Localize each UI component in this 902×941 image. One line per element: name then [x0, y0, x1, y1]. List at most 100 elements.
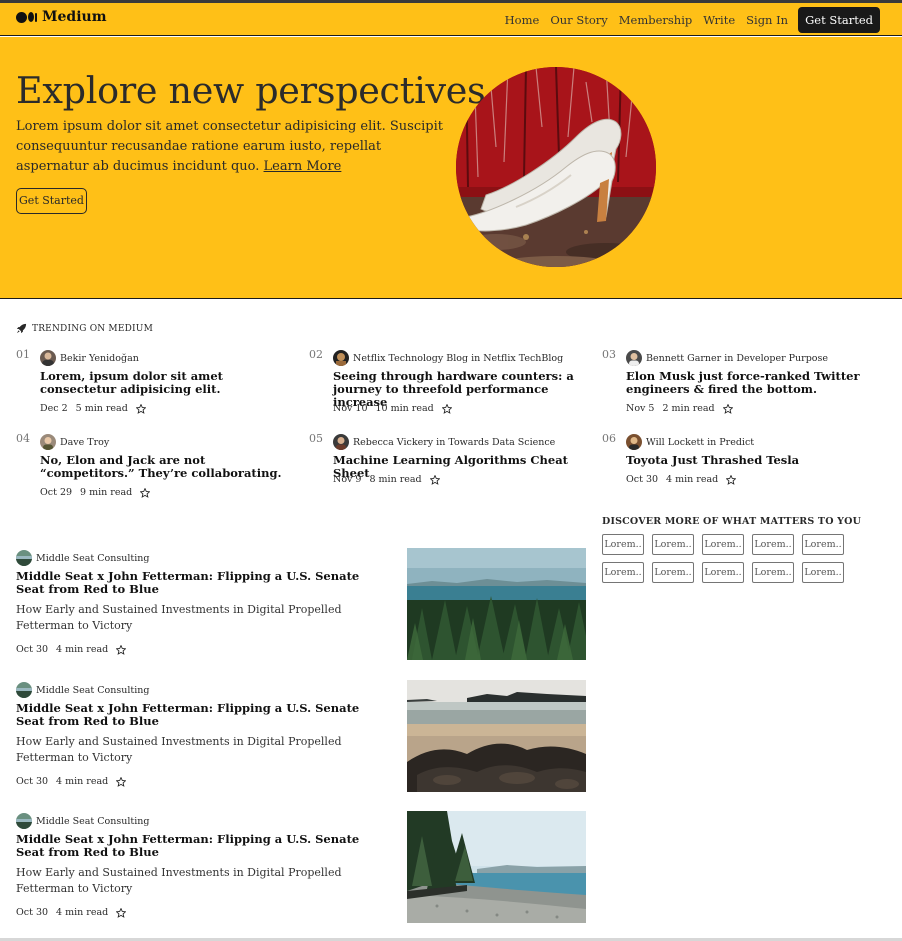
trending-meta: Nov 5 2 min read: [626, 403, 733, 414]
topic-tags: Lorem.. Lorem.. Lorem.. Lorem.. Lorem.. …: [602, 534, 862, 583]
post-subtitle: How Early and Sustained Investments in D…: [16, 735, 342, 764]
avatar: [16, 682, 32, 698]
topic-tag[interactable]: Lorem..: [652, 534, 694, 555]
post-meta: Oct 30 4 min read: [16, 776, 127, 787]
post-date: Oct 30: [16, 644, 49, 655]
trending-item[interactable]: 01 Bekir Yenidoğan Lorem, ipsum dolor si…: [16, 348, 276, 418]
discover-heading: DISCOVER MORE OF WHAT MATTERS TO YOU: [602, 516, 862, 527]
post-card[interactable]: Middle Seat Consulting Middle Seat x Joh…: [16, 548, 586, 660]
nav-write-link[interactable]: Write: [703, 13, 735, 27]
medium-logo-icon: [16, 11, 37, 23]
post-author[interactable]: Middle Seat Consulting: [16, 813, 149, 829]
post-author-name: Middle Seat Consulting: [36, 552, 150, 564]
hero-description: Lorem ipsum dolor sit amet consectetur a…: [16, 119, 443, 174]
topic-tag[interactable]: Lorem..: [602, 534, 644, 555]
trending-meta: Nov 9 8 min read: [333, 474, 440, 485]
post-title[interactable]: Middle Seat x John Fetterman: Flipping a…: [16, 570, 386, 596]
trending-author[interactable]: Rebecca Vickery in Towards Data Science: [333, 434, 555, 450]
star-icon[interactable]: [116, 907, 127, 918]
read-time: 4 min read: [56, 907, 109, 918]
post-meta: Oct 30 4 min read: [16, 907, 127, 918]
trending-meta: Dec 2 5 min read: [40, 403, 146, 414]
topic-tag[interactable]: Lorem..: [652, 562, 694, 583]
trending-item[interactable]: 02 Netflix Technology Blog in Netflix Te…: [309, 348, 574, 418]
nav-membership-link[interactable]: Membership: [619, 13, 693, 27]
star-icon[interactable]: [441, 403, 452, 414]
post-date: Nov 5: [626, 403, 655, 414]
read-time: 4 min read: [56, 644, 109, 655]
trending-author-name: Bekir Yenidoğan: [60, 352, 139, 364]
trending-author[interactable]: Netflix Technology Blog in Netflix TechB…: [333, 350, 563, 366]
post-date: Nov 9: [333, 474, 362, 485]
trending-author[interactable]: Bekir Yenidoğan: [40, 350, 139, 366]
star-icon[interactable]: [722, 403, 733, 414]
post-date: Nov 10: [333, 403, 368, 414]
trending-author[interactable]: Will Lockett in Predict: [626, 434, 754, 450]
trending-item[interactable]: 05 Rebecca Vickery in Towards Data Scien…: [309, 432, 569, 492]
trending-author-name: Dave Troy: [60, 436, 110, 448]
trending-author[interactable]: Bennett Garner in Developer Purpose: [626, 350, 828, 366]
trending-title[interactable]: Toyota Just Thrashed Tesla: [626, 454, 876, 467]
trending-title[interactable]: Elon Musk just force-ranked Twitter engi…: [626, 370, 876, 396]
post-date: Dec 2: [40, 403, 68, 414]
nav-our-story-link[interactable]: Our Story: [550, 13, 607, 27]
post-date: Oct 30: [626, 474, 659, 485]
topic-tag[interactable]: Lorem..: [802, 534, 844, 555]
brand-name: Medium: [42, 9, 107, 25]
brand-logo[interactable]: Medium: [16, 9, 107, 25]
post-image-coast-trees[interactable]: [407, 811, 586, 923]
trending-item[interactable]: 04 Dave Troy No, Elon and Jack are not “…: [16, 432, 282, 502]
star-icon[interactable]: [135, 403, 146, 414]
star-icon[interactable]: [726, 474, 737, 485]
read-time: 4 min read: [666, 474, 719, 485]
trending-item[interactable]: 06 Will Lockett in Predict Toyota Just T…: [602, 432, 862, 492]
trending-item[interactable]: 03 Bennett Garner in Developer Purpose E…: [602, 348, 862, 418]
topic-tag[interactable]: Lorem..: [752, 534, 794, 555]
post-image-forest-lake[interactable]: [407, 548, 586, 660]
hero-title: Explore new perspectives: [16, 69, 486, 112]
star-icon[interactable]: [140, 487, 151, 498]
trending-title[interactable]: No, Elon and Jack are not “competitors.”…: [40, 454, 290, 480]
post-card[interactable]: Middle Seat Consulting Middle Seat x Joh…: [16, 811, 586, 923]
avatar: [16, 550, 32, 566]
learn-more-link[interactable]: Learn More: [264, 159, 342, 174]
star-icon[interactable]: [116, 776, 127, 787]
avatar: [40, 350, 56, 366]
post-author[interactable]: Middle Seat Consulting: [16, 682, 149, 698]
avatar: [333, 350, 349, 366]
post-title[interactable]: Middle Seat x John Fetterman: Flipping a…: [16, 702, 386, 728]
topic-tag[interactable]: Lorem..: [702, 562, 744, 583]
trending-meta: Oct 30 4 min read: [626, 474, 737, 485]
trending-author[interactable]: Dave Troy: [40, 434, 109, 450]
post-title[interactable]: Middle Seat x John Fetterman: Flipping a…: [16, 833, 386, 859]
post-date: Oct 30: [16, 776, 49, 787]
nav-sign-in-link[interactable]: Sign In: [746, 13, 788, 27]
post-author[interactable]: Middle Seat Consulting: [16, 550, 149, 566]
trending-title[interactable]: Lorem, ipsum dolor sit amet consectetur …: [40, 370, 290, 396]
topic-tag[interactable]: Lorem..: [802, 562, 844, 583]
trending-number: 01: [16, 348, 30, 361]
hero-get-started-button[interactable]: Get Started: [16, 188, 87, 214]
main-nav: Home Our Story Membership Write Sign In …: [494, 7, 880, 33]
post-subtitle: How Early and Sustained Investments in D…: [16, 866, 342, 895]
avatar: [40, 434, 56, 450]
trending-author-name: Will Lockett in Predict: [646, 436, 755, 448]
read-time: 5 min read: [75, 403, 128, 414]
trending-number: 05: [309, 432, 323, 445]
avatar: [626, 350, 642, 366]
read-time: 4 min read: [56, 776, 109, 787]
topic-tag[interactable]: Lorem..: [752, 562, 794, 583]
trending-number: 04: [16, 432, 30, 445]
site-header: Medium Home Our Story Membership Write S…: [0, 3, 902, 36]
nav-home-link[interactable]: Home: [505, 13, 540, 27]
post-image-beach-rocks[interactable]: [407, 680, 586, 792]
topic-tag[interactable]: Lorem..: [602, 562, 644, 583]
read-time: 8 min read: [369, 474, 422, 485]
avatar: [16, 813, 32, 829]
star-icon[interactable]: [116, 644, 127, 655]
get-started-button[interactable]: Get Started: [798, 7, 880, 33]
trending-number: 02: [309, 348, 323, 361]
topic-tag[interactable]: Lorem..: [702, 534, 744, 555]
post-card[interactable]: Middle Seat Consulting Middle Seat x Joh…: [16, 680, 586, 792]
star-icon[interactable]: [429, 474, 440, 485]
